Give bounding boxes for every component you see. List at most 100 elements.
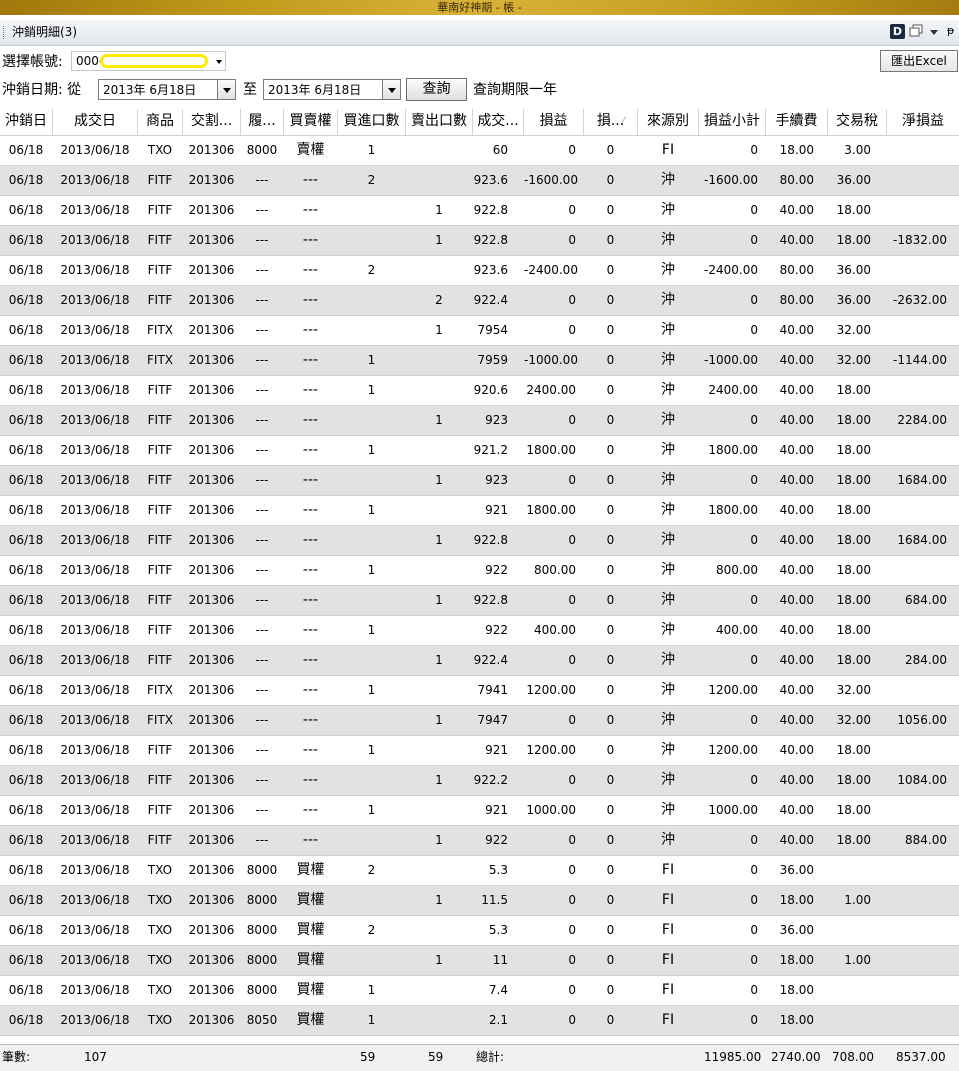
table-row[interactable]: 06/18 2013/06/18 FITF 201306 --- --- 2 923.6 -24… [0,256,959,286]
table-row[interactable]: 06/18 2013/06/18 FITF 201306 --- --- 1 921 1000.… [0,796,959,826]
column-header-buy-qty[interactable]: 買進口數 [338,109,406,135]
date-to-picker[interactable]: 2013年 6月18日 [263,79,401,100]
table-row[interactable]: 06/18 2013/06/18 FITX 201306 --- --- 1 7959 -100… [0,346,959,376]
table-row[interactable]: 06/18 2013/06/18 FITF 201306 --- --- 1 922.2 0 0 沖… [0,766,959,796]
column-header-sell-qty[interactable]: 賣出口數 [406,109,473,135]
table-row[interactable]: 06/18 2013/06/18 FITF 201306 --- --- 1 921 1200.… [0,736,959,766]
cell-net-pnl [887,886,959,915]
cell-fee: 40.00 [779,353,814,367]
table-row[interactable]: 06/18 2013/06/18 FITF 201306 --- --- 2 923.6 -16… [0,166,959,196]
table-row[interactable]: 06/18 2013/06/18 TXO 201306 8000 買權 1 7.4 0 0 FI 0 1… [0,976,959,1006]
account-select[interactable]: 000- [71,51,226,71]
column-header-pnl-subtotal[interactable]: 損益小計 [699,109,766,135]
table-row[interactable]: 06/18 2013/06/18 FITF 201306 --- --- 1 921.2 180… [0,436,959,466]
d-logo-icon[interactable]: D [890,24,905,39]
cell-date: 06/18 [8,413,44,427]
cell-tax: 32.00 [836,713,871,727]
column-header-date[interactable]: 沖銷日 [0,109,53,135]
table-row[interactable]: 06/18 2013/06/18 FITX 201306 --- --- 1 7954 0 0 沖 0… [0,316,959,346]
column-header-pnl2[interactable]: 損... [584,109,638,135]
pin-icon[interactable]: ᵽ [947,24,954,38]
table-row[interactable]: 06/18 2013/06/18 TXO 201306 8000 買權 1 11 0 0 FI 0 18… [0,946,959,976]
cell-buy-qty [338,526,405,555]
table-row[interactable]: 06/18 2013/06/18 FITF 201306 --- --- 1 923 0 0 沖 0 4… [0,406,959,436]
cell-strike: 8000 [246,923,278,937]
column-header-strike[interactable]: 履... [241,109,284,135]
table-row[interactable]: 06/18 2013/06/18 TXO 201306 8050 買權 1 2.1 0 0 FI 0 1… [0,1006,959,1036]
table-row[interactable]: 06/18 2013/06/18 FITX 201306 --- --- 1 7941 1200… [0,676,959,706]
cell-product: FITF [147,803,173,817]
restore-window-icon[interactable] [909,24,923,38]
column-header-source[interactable]: 來源別 [638,109,699,135]
cell-trade-date: 2013/06/18 [60,353,130,367]
cell-buy-qty [338,226,405,255]
cell-price: 922 [485,563,508,577]
cell-pnl-subtotal: 0 [750,863,758,877]
table-row[interactable]: 06/18 2013/06/18 FITF 201306 --- --- 1 921 1800.… [0,496,959,526]
cell-product: TXO [147,893,173,907]
table-row[interactable]: 06/18 2013/06/18 FITF 201306 --- --- 1 922.8 0 0 沖… [0,586,959,616]
cell-delivery: 201306 [188,233,235,247]
column-header-call-put[interactable]: 買賣權 [284,109,338,135]
table-row[interactable]: 06/18 2013/06/18 FITF 201306 --- --- 1 922 800.0… [0,556,959,586]
account-redaction-highlight [100,54,208,68]
column-header-fee[interactable]: 手續費 [766,109,828,135]
cell-trade-date: 2013/06/18 [60,533,130,547]
table-row[interactable]: 06/18 2013/06/18 TXO 201306 8000 買權 2 5.3 0 0 FI 0 3… [0,856,959,886]
cell-fee: 40.00 [779,743,814,757]
date-from-dropdown[interactable] [217,80,235,99]
column-header-product[interactable]: 商品 [138,109,183,135]
table-row[interactable]: 06/18 2013/06/18 TXO 201306 8000 買權 2 5.3 0 0 FI 0 3… [0,916,959,946]
cell-fee: 40.00 [779,563,814,577]
cell-delivery: 201306 [188,443,235,457]
chevron-down-icon[interactable] [216,60,222,64]
cell-fee: 40.00 [779,503,814,517]
cell-fee: 36.00 [779,923,814,937]
panel-title: 沖銷明細(3) [12,25,77,39]
total-sell-qty: 59 [428,1050,444,1064]
table-row[interactable]: 06/18 2013/06/18 FITF 201306 --- --- 1 922.8 0 0 沖… [0,526,959,556]
table-row[interactable]: 06/18 2013/06/18 TXO 201306 8000 買權 1 11.5 0 0 FI 0… [0,886,959,916]
date-to-dropdown[interactable] [382,80,400,99]
cell-net-pnl [887,676,959,705]
cell-trade-date: 2013/06/18 [60,143,130,157]
column-header-trade-date[interactable]: 成交日 [53,109,138,135]
table-row[interactable]: 06/18 2013/06/18 FITF 201306 --- --- 1 922.4 0 0 沖… [0,646,959,676]
cell-date: 06/18 [8,353,44,367]
table-row[interactable]: 06/18 2013/06/18 FITF 201306 --- --- 1 922 400.0… [0,616,959,646]
cell-strike: 8000 [246,953,278,967]
cell-source: 沖 [661,622,675,638]
cell-product: FITX [147,353,173,367]
table-row[interactable]: 06/18 2013/06/18 FITF 201306 --- --- 1 922.8 0 0 沖… [0,196,959,226]
table-row[interactable]: 06/18 2013/06/18 FITF 201306 --- --- 1 922.8 0 0 沖… [0,226,959,256]
cell-pnl: -1600.00 [524,173,578,187]
export-excel-button[interactable]: 匯出Excel [880,50,958,72]
cell-date: 06/18 [8,143,44,157]
column-header-net-pnl[interactable]: 淨損益 [887,109,959,135]
query-button[interactable]: 查詢 [406,78,467,101]
cell-buy-qty [338,466,405,495]
cell-pnl-subtotal: 1200.00 [708,743,758,757]
cell-pnl: 1800.00 [526,443,576,457]
cell-tax: 1.00 [844,953,871,967]
table-row[interactable]: 06/18 2013/06/18 TXO 201306 8000 賣權 1 60 0 0 FI 0 18… [0,136,959,166]
date-from-picker[interactable]: 2013年 6月18日 [98,79,236,100]
table-row[interactable]: 06/18 2013/06/18 FITF 201306 --- --- 1 922 0 0 沖 0 4… [0,826,959,856]
drag-grip-icon[interactable] [3,26,6,39]
cell-sell-qty: 1 [435,323,443,337]
column-header-price[interactable]: 成交... [473,109,524,135]
cell-pnl-subtotal: 0 [750,713,758,727]
cell-pnl2: 0 [606,353,615,367]
cell-pnl2: 0 [606,203,615,217]
table-row[interactable]: 06/18 2013/06/18 FITX 201306 --- --- 1 7947 0 0 沖 0… [0,706,959,736]
column-header-delivery[interactable]: 交割... [183,109,241,135]
cell-buy-qty [338,646,405,675]
chevron-down-icon[interactable] [930,30,938,35]
column-header-tax[interactable]: 交易稅 [828,109,887,135]
table-row[interactable]: 06/18 2013/06/18 FITF 201306 --- --- 1 923 0 0 沖 0 4… [0,466,959,496]
cell-net-pnl [887,946,959,975]
table-row[interactable]: 06/18 2013/06/18 FITF 201306 --- --- 2 922.4 0 0 沖… [0,286,959,316]
cell-tax: 18.00 [836,773,871,787]
column-header-pnl[interactable]: 損益 [524,109,584,135]
table-row[interactable]: 06/18 2013/06/18 FITF 201306 --- --- 1 920.6 240… [0,376,959,406]
